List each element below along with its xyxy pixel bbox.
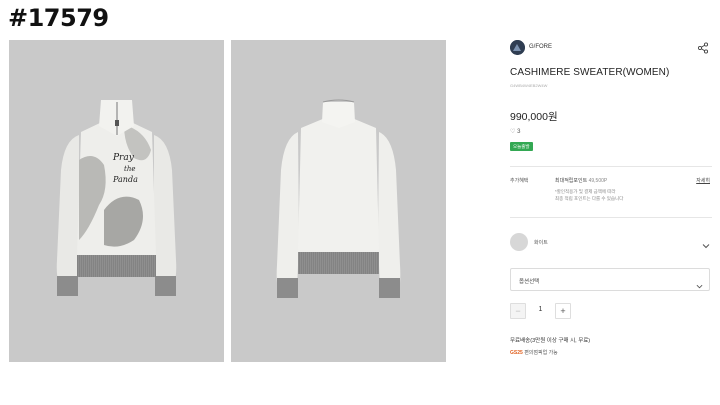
pickup-info: GS25 편의점픽업 가능 bbox=[510, 349, 558, 356]
option-select-value: 옵션선택 bbox=[519, 279, 540, 285]
option-select[interactable]: 옵션선택 bbox=[510, 268, 710, 291]
gs25-logo: GS25 bbox=[510, 350, 523, 356]
brand-row[interactable]: G/FORE bbox=[510, 40, 712, 56]
benefit-detail-link[interactable]: 자세히 bbox=[696, 177, 710, 184]
heart-icon: ♡ bbox=[510, 129, 516, 135]
pickup-text: 편의점픽업 가능 bbox=[524, 350, 558, 356]
brand-logo[interactable] bbox=[510, 40, 525, 55]
brand-name[interactable]: G/FORE bbox=[529, 44, 552, 50]
sweater-back-illustration bbox=[276, 99, 401, 298]
post-number: #17579 bbox=[8, 4, 109, 32]
quantity-value: 1 bbox=[538, 306, 543, 313]
brand-logo-icon bbox=[510, 40, 525, 55]
chevron-down-icon bbox=[702, 237, 710, 249]
shipping-info: 무료배송(3만원 이상 구매 시, 무료) bbox=[510, 338, 591, 344]
divider bbox=[510, 217, 712, 218]
benefit-label: 추가혜택 bbox=[510, 178, 529, 184]
color-label: 화이트 bbox=[534, 240, 548, 246]
product-title: CASHIMERE SWEATER(WOMEN) bbox=[510, 67, 670, 78]
product-code: G4WB4W4EB2W4W bbox=[510, 83, 548, 88]
points-amount: 49,500P bbox=[588, 178, 608, 184]
benefit-note: 최종 적립 포인트는 다를 수 있습니다 bbox=[555, 196, 624, 201]
points-label: 최대적립포인트 bbox=[555, 178, 588, 184]
benefit-points: 최대적립포인트 49,500P bbox=[555, 177, 607, 184]
svg-text:Panda: Panda bbox=[112, 175, 138, 184]
benefit-note: *할인적용가 및 결제 금액에 따라 bbox=[555, 189, 616, 194]
share-icon[interactable] bbox=[697, 41, 709, 54]
divider bbox=[510, 166, 712, 167]
delivery-badge: 오늘출발 bbox=[510, 142, 533, 151]
wish-count: 3 bbox=[517, 129, 521, 135]
svg-text:Pray: Pray bbox=[112, 153, 135, 163]
sweater-front-illustration: Pray the Panda bbox=[56, 100, 177, 296]
chevron-down-icon bbox=[696, 277, 703, 289]
color-option-row[interactable]: 화이트 bbox=[510, 233, 712, 251]
quantity-increase-button[interactable]: + bbox=[555, 303, 571, 319]
color-swatch[interactable] bbox=[510, 233, 528, 251]
product-photo-back[interactable] bbox=[231, 40, 446, 362]
wish-button[interactable]: ♡ 3 bbox=[510, 128, 520, 135]
product-photo-front[interactable]: Pray the Panda bbox=[9, 40, 224, 362]
quantity-decrease-button[interactable]: − bbox=[510, 303, 526, 319]
product-price: 990,000원 bbox=[510, 111, 558, 123]
svg-text:the: the bbox=[124, 165, 135, 173]
